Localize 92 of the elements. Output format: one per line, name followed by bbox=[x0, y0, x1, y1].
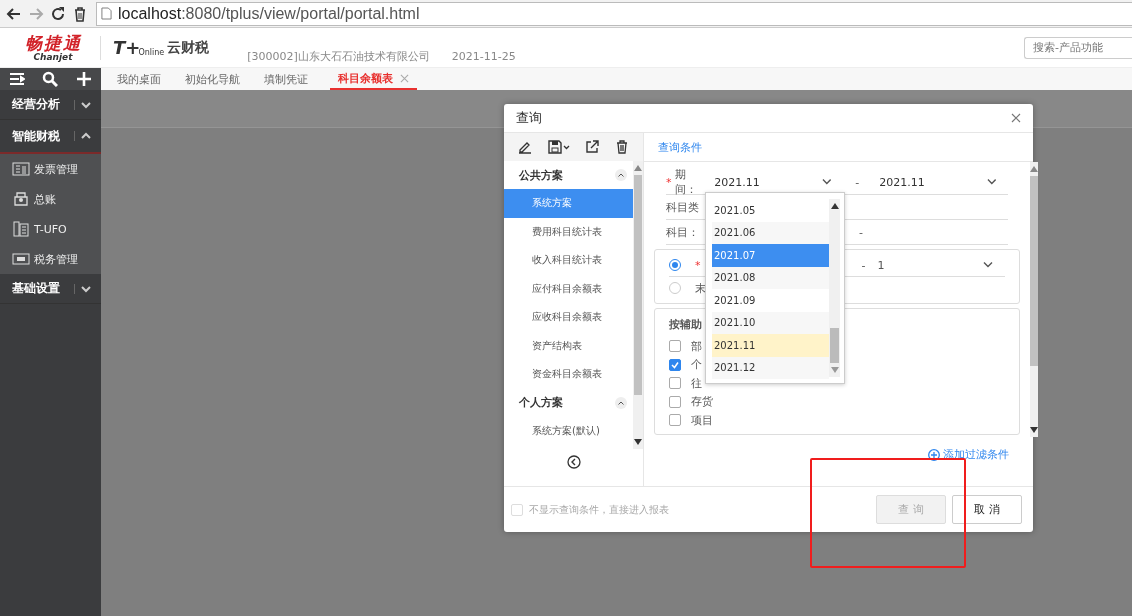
scrollbar[interactable] bbox=[1030, 162, 1039, 437]
scrollbar-thumb[interactable] bbox=[1030, 176, 1039, 366]
collapse-icon[interactable] bbox=[615, 396, 627, 409]
checkbox-label: 项目 bbox=[691, 412, 713, 428]
dropdown-option[interactable]: 2021.09 bbox=[712, 289, 829, 312]
query-conditions-tab[interactable]: 查询条件 bbox=[644, 133, 1033, 162]
collapse-icon[interactable] bbox=[74, 131, 91, 141]
expand-icon[interactable] bbox=[74, 99, 91, 110]
scheme-item[interactable]: 系统方案(默认) bbox=[504, 416, 633, 445]
checkbox-label: 部 bbox=[691, 338, 702, 354]
reload-icon[interactable] bbox=[50, 5, 66, 22]
checkbox-label: 往 bbox=[691, 375, 702, 391]
sidebar-item[interactable]: 总账 bbox=[0, 184, 101, 214]
save-icon[interactable] bbox=[547, 140, 570, 154]
scheme-item[interactable]: 资金科目余额表 bbox=[504, 360, 633, 389]
tab[interactable]: 我的桌面 bbox=[109, 68, 169, 90]
dropdown-option[interactable]: 2021.10 bbox=[712, 311, 829, 334]
section-title: 个人方案 bbox=[519, 395, 564, 410]
chevron-down-icon[interactable] bbox=[821, 178, 832, 186]
sidebar-item[interactable]: T-UFO bbox=[0, 214, 101, 244]
trash-icon[interactable] bbox=[72, 5, 88, 22]
period-field[interactable]: 2021.11 bbox=[714, 175, 822, 189]
page-icon bbox=[101, 7, 112, 20]
dropdown-option[interactable]: 2021.11 bbox=[712, 334, 829, 357]
radio-label: 末 bbox=[695, 280, 706, 296]
section-title: 公共方案 bbox=[519, 167, 564, 183]
plus-circle-icon bbox=[928, 448, 940, 461]
dropdown-option[interactable]: 2021.12 bbox=[712, 356, 829, 379]
export-icon[interactable] bbox=[585, 140, 600, 154]
panel-title: 按辅助 bbox=[669, 317, 702, 333]
address-bar[interactable]: localhost:8080/tplus/view/portal/portal.html bbox=[96, 1, 1132, 26]
checkbox-label: 不显示查询条件，直接进入报表 bbox=[529, 502, 669, 517]
search-field[interactable]: 搜索-产品功能 bbox=[1024, 36, 1132, 59]
field-label: 期间： bbox=[674, 167, 698, 197]
scroll-down-icon[interactable] bbox=[634, 439, 642, 445]
chevron-down-icon[interactable] bbox=[983, 261, 994, 269]
scroll-up-icon[interactable] bbox=[830, 203, 839, 209]
level-field[interactable]: 1 bbox=[877, 258, 984, 272]
field-label: 科目类 bbox=[666, 199, 699, 215]
brand-logo: 畅捷通 Chanjet bbox=[23, 33, 83, 62]
module-icon bbox=[12, 161, 30, 177]
tab[interactable]: 初始化导航 bbox=[177, 68, 248, 90]
chevron-down-icon[interactable] bbox=[986, 178, 997, 186]
tab[interactable]: 填制凭证 bbox=[256, 68, 316, 90]
required-mark: * bbox=[666, 175, 672, 189]
menu-icon[interactable] bbox=[8, 71, 25, 87]
search-icon[interactable] bbox=[42, 71, 59, 87]
company-name: [300002]山东大石石油技术有限公司 bbox=[247, 49, 430, 64]
sidebar-item[interactable]: 税务管理 bbox=[0, 244, 101, 274]
scrollbar-thumb[interactable] bbox=[634, 175, 642, 395]
scheme-item[interactable]: 应付科目余额表 bbox=[504, 274, 633, 303]
product-logo: T+Online 云财税 bbox=[113, 38, 210, 57]
module-icon bbox=[12, 251, 30, 267]
range-separator: - bbox=[855, 175, 860, 189]
dropdown-option[interactable]: 2021.05 bbox=[712, 199, 829, 222]
scrollbar-thumb[interactable] bbox=[830, 328, 839, 363]
scheme-item[interactable]: 收入科目统计表 bbox=[504, 246, 633, 275]
checkbox[interactable] bbox=[669, 377, 681, 390]
plus-icon[interactable] bbox=[76, 71, 93, 87]
checkbox-label: 存货 bbox=[691, 394, 713, 410]
checkbox[interactable] bbox=[669, 414, 681, 427]
checkbox[interactable] bbox=[669, 340, 681, 353]
period-field[interactable]: 2021.11 bbox=[879, 175, 987, 189]
trash-icon[interactable] bbox=[615, 140, 630, 154]
dialog-title: 查询 bbox=[516, 109, 543, 127]
field-label: 科目： bbox=[666, 224, 699, 240]
dropdown-option[interactable]: 2021.08 bbox=[712, 266, 829, 289]
expand-icon[interactable] bbox=[74, 283, 91, 294]
collapse-left-icon[interactable] bbox=[566, 455, 581, 469]
module-icon bbox=[12, 191, 30, 207]
collapse-icon[interactable] bbox=[615, 169, 627, 181]
scrollbar[interactable] bbox=[633, 161, 643, 449]
back-icon[interactable] bbox=[6, 5, 22, 22]
checkbox-label: 个 bbox=[691, 357, 702, 373]
date-label: 2021-11-25 bbox=[451, 50, 516, 63]
checkbox[interactable] bbox=[669, 395, 681, 408]
scheme-item[interactable]: 费用科目统计表 bbox=[504, 217, 633, 246]
scheme-item[interactable]: 资产结构表 bbox=[504, 331, 633, 360]
sidebar-item[interactable]: 发票管理 bbox=[0, 154, 101, 184]
checkbox[interactable] bbox=[669, 358, 681, 371]
check-icon bbox=[671, 360, 679, 369]
scheme-item[interactable]: 应收科目余额表 bbox=[504, 303, 633, 332]
dropdown-option[interactable]: 2021.06 bbox=[712, 221, 829, 244]
module-icon bbox=[12, 221, 30, 237]
range-separator: - bbox=[859, 225, 863, 239]
scroll-down-icon[interactable] bbox=[1030, 427, 1039, 433]
edit-icon[interactable] bbox=[517, 140, 532, 154]
cancel-button[interactable]: 取 消 bbox=[952, 495, 1022, 524]
required-mark: * bbox=[695, 258, 701, 272]
close-icon[interactable] bbox=[1011, 113, 1021, 123]
range-separator: - bbox=[861, 258, 866, 272]
scrollbar[interactable] bbox=[829, 199, 840, 377]
